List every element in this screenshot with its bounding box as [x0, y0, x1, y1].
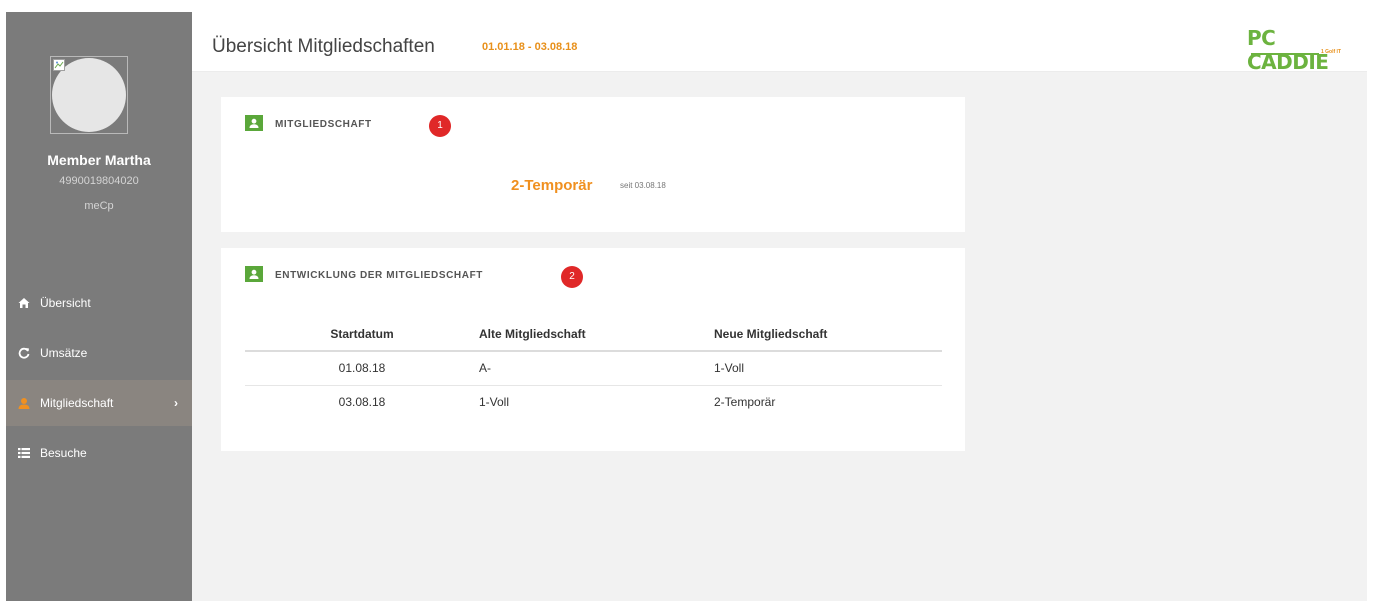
sidebar: Member Martha 4990019804020 meCp Übersic… [6, 12, 192, 601]
membership-history-table: Startdatum Alte Mitgliedschaft Neue Mitg… [245, 318, 942, 419]
annotation-badge-2: 2 [561, 266, 583, 288]
logo-subtext: 1 Golf IT [1321, 49, 1341, 55]
member-id: 4990019804020 [59, 175, 139, 187]
history-card-title: ENTWICKLUNG DER MITGLIEDSCHAFT [275, 270, 483, 281]
table-header-row: Startdatum Alte Mitgliedschaft Neue Mitg… [245, 318, 942, 352]
member-name: Member Martha [47, 152, 151, 168]
user-icon [18, 397, 30, 409]
cell-neue-mitgliedschaft: 1-Voll [714, 351, 942, 386]
column-header-neue-mitgliedschaft: Neue Mitgliedschaft [714, 318, 942, 352]
home-icon [18, 297, 30, 309]
membership-since: seit 03.08.18 [620, 181, 666, 190]
sidebar-item-besuche[interactable]: Besuche [6, 430, 192, 476]
sidebar-item-label: Mitgliedschaft [40, 396, 114, 410]
sidebar-item-label: Umsätze [40, 346, 88, 360]
chevron-right-icon: › [174, 396, 178, 410]
membership-card: MITGLIEDSCHAFT 1 2-Temporär seit 03.08.1… [221, 97, 965, 232]
membership-history-card: ENTWICKLUNG DER MITGLIEDSCHAFT 2 Startda… [221, 248, 965, 451]
main-content: MITGLIEDSCHAFT 1 2-Temporär seit 03.08.1… [192, 72, 1367, 601]
logo-underline [1251, 53, 1319, 55]
member-club: meCp [84, 200, 114, 212]
avatar [50, 56, 128, 134]
cell-alte-mitgliedschaft: A- [479, 351, 714, 386]
cell-startdatum: 03.08.18 [338, 395, 386, 410]
column-header-startdatum: Startdatum [245, 318, 479, 352]
header: Übersicht Mitgliedschaften 01.01.18 - 03… [192, 12, 1367, 74]
pc-caddie-logo: PC CADDIE 1 Golf IT [1247, 26, 1347, 74]
sidebar-item-label: Übersicht [40, 296, 91, 310]
page-title: Übersicht Mitgliedschaften [212, 36, 435, 57]
sidebar-item-label: Besuche [40, 446, 87, 460]
user-icon [245, 266, 263, 282]
sidebar-item-umsaetze[interactable]: Umsätze [6, 330, 192, 376]
membership-value: 2-Temporär [511, 177, 593, 194]
column-header-alte-mitgliedschaft: Alte Mitgliedschaft [479, 318, 714, 352]
sidebar-item-uebersicht[interactable]: Übersicht [6, 280, 192, 326]
refresh-icon [18, 347, 30, 359]
table-row: 03.08.18 1-Voll 2-Temporär [245, 385, 942, 419]
cell-alte-mitgliedschaft: 1-Voll [479, 395, 510, 410]
broken-image-icon [53, 59, 65, 71]
cell-neue-mitgliedschaft: 2-Temporär [714, 395, 776, 410]
list-icon [18, 447, 30, 459]
user-icon [245, 115, 263, 131]
date-range[interactable]: 01.01.18 - 03.08.18 [482, 41, 577, 53]
annotation-badge-1: 1 [429, 115, 451, 137]
table-row: 01.08.18 A- 1-Voll [245, 351, 942, 386]
right-edge [1367, 0, 1373, 601]
cell-startdatum: 01.08.18 [245, 351, 479, 386]
sidebar-item-mitgliedschaft[interactable]: Mitgliedschaft › [6, 380, 192, 426]
membership-card-title: MITGLIEDSCHAFT [275, 119, 372, 130]
